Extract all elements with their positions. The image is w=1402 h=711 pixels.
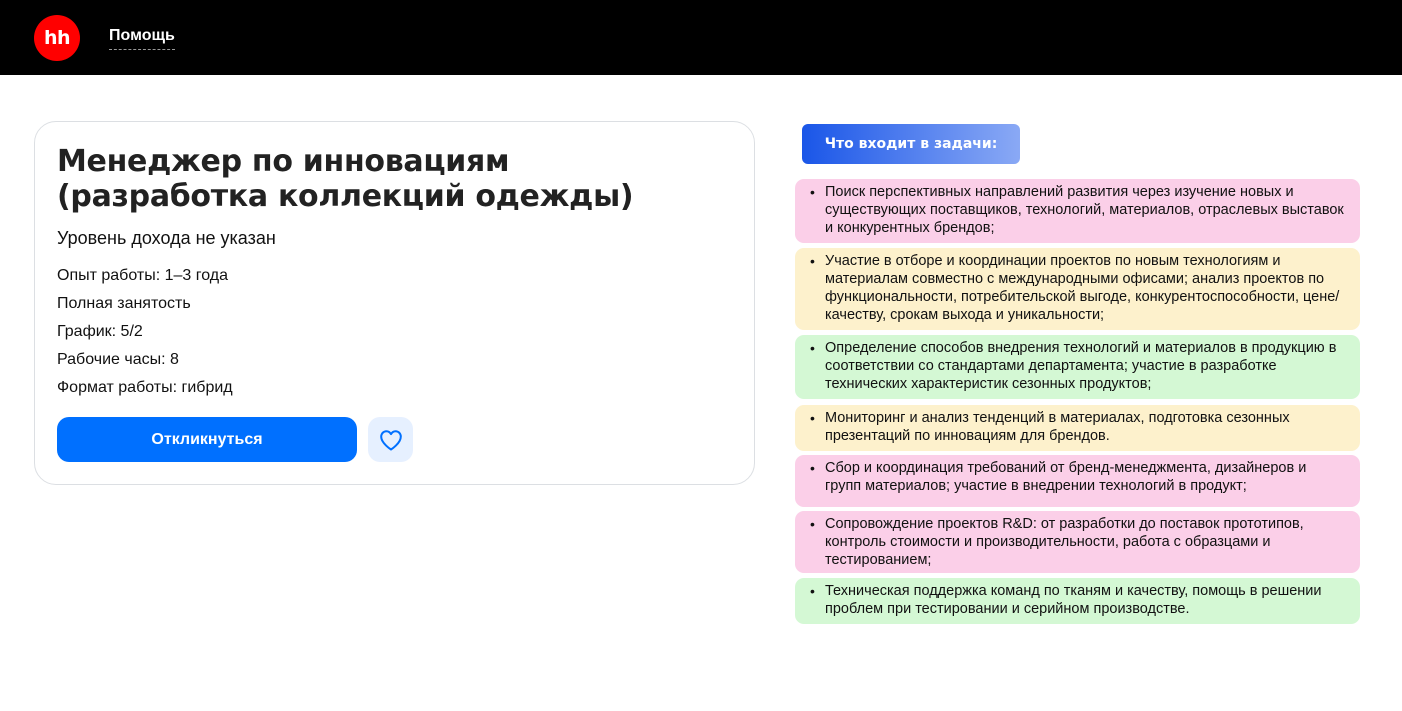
task-item: Сбор и координация требований от бренд-м… <box>795 455 1360 507</box>
favorite-button[interactable] <box>368 417 413 462</box>
detail-employment: Полная занятость <box>57 295 191 312</box>
top-bar: hh Помощь <box>0 0 1402 75</box>
help-link[interactable]: Помощь <box>109 27 175 50</box>
task-item: Определение способов внедрения технологи… <box>795 335 1360 399</box>
vacancy-details: Опыт работы: 1–3 года Полная занятость Г… <box>57 262 233 402</box>
task-item: Мониторинг и анализ тенденций в материал… <box>795 405 1360 451</box>
task-item: Техническая поддержка команд по тканям и… <box>795 578 1360 624</box>
detail-hours: Рабочие часы: 8 <box>57 351 179 368</box>
vacancy-title: Менеджер по инновациям (разработка колле… <box>57 144 634 214</box>
vacancy-card: Менеджер по инновациям (разработка колле… <box>34 121 755 485</box>
apply-button[interactable]: Откликнуться <box>57 417 357 462</box>
salary-info: Уровень дохода не указан <box>57 228 276 248</box>
detail-experience: Опыт работы: 1–3 года <box>57 267 229 284</box>
task-item: Участие в отборе и координации проектов … <box>795 248 1360 330</box>
detail-work-format: Формат работы: гибрид <box>57 379 233 396</box>
task-item: Сопровождение проектов R&D: от разработк… <box>795 511 1360 573</box>
tasks-heading: Что входит в задачи: <box>802 124 1020 164</box>
detail-schedule: График: 5/2 <box>57 323 143 340</box>
hh-logo[interactable]: hh <box>34 15 80 61</box>
heart-icon <box>379 429 402 450</box>
task-item: Поиск перспективных направлений развития… <box>795 179 1360 243</box>
